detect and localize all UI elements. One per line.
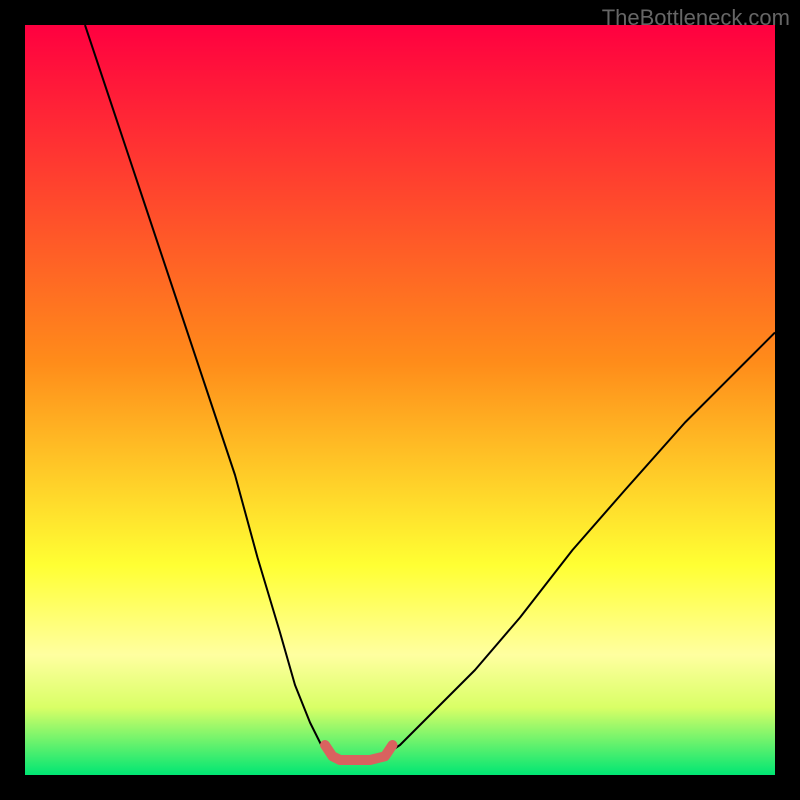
gradient-background bbox=[25, 25, 775, 775]
chart-area bbox=[25, 25, 775, 775]
watermark-text: TheBottleneck.com bbox=[602, 5, 790, 31]
chart-svg bbox=[25, 25, 775, 775]
